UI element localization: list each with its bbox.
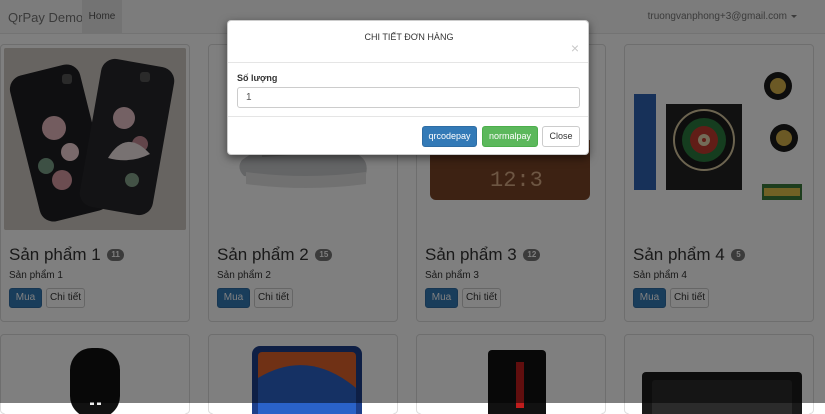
modal-footer-divider xyxy=(228,116,588,117)
close-icon[interactable]: × xyxy=(571,41,579,55)
modal-title: CHI TIẾT ĐƠN HÀNG xyxy=(364,32,454,42)
order-detail-modal: CHI TIẾT ĐƠN HÀNG × Số lượng qrcodepay n… xyxy=(227,20,589,155)
normalpay-button[interactable]: normalpay xyxy=(482,126,538,147)
quantity-input[interactable] xyxy=(237,87,580,108)
quantity-label: Số lượng xyxy=(237,73,278,83)
close-button[interactable]: Close xyxy=(542,126,580,147)
modal-header-divider xyxy=(228,62,588,63)
qrcodepay-button[interactable]: qrcodepay xyxy=(422,126,477,147)
